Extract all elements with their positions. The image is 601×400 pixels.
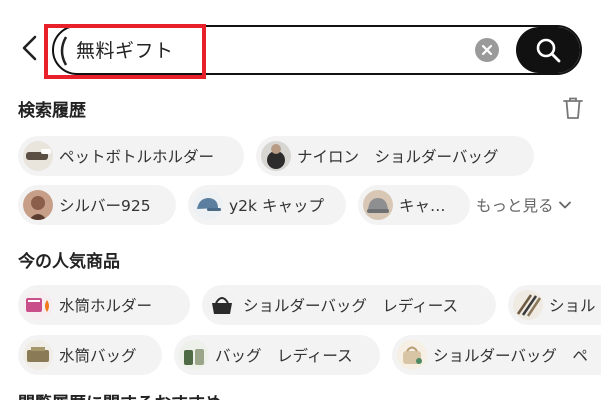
- close-icon: [481, 44, 493, 56]
- popular-chip-label: 水筒バッグ: [59, 347, 137, 365]
- product-thumbnail: [207, 290, 237, 320]
- product-thumbnail: [23, 141, 53, 171]
- product-thumbnail: [513, 290, 543, 320]
- clear-history-button[interactable]: [561, 95, 585, 121]
- history-chip[interactable]: y2k キャップ: [188, 185, 346, 225]
- history-chip-label: シルバー925: [59, 197, 151, 215]
- history-chip[interactable]: シルバー925: [18, 185, 176, 225]
- trash-icon: [563, 97, 583, 119]
- search-icon: [536, 38, 561, 63]
- search-header: 無料ギフト: [0, 0, 601, 100]
- popular-chip-label: ショルダーバッグ レディース: [243, 297, 458, 315]
- history-section-title: 検索履歴: [18, 101, 86, 121]
- popular-chip[interactable]: 水筒バッグ: [18, 335, 162, 375]
- popular-chip-label: ショルダーバッグ ペ: [433, 347, 588, 365]
- popular-chip-label: 水筒ホルダー: [59, 297, 153, 315]
- history-chip[interactable]: キャ…: [358, 185, 470, 225]
- product-thumbnail: [193, 190, 223, 220]
- product-thumbnail: [397, 340, 427, 370]
- popular-chip-label: バッグ レディース: [215, 347, 353, 365]
- popular-section-title: 今の人気商品: [18, 252, 120, 272]
- product-thumbnail: [179, 340, 209, 370]
- annotation-highlight-box: [44, 24, 206, 79]
- recommendations-section-title: 閲覧履歴に関するおすすめ: [18, 389, 222, 400]
- product-thumbnail: [363, 190, 393, 220]
- popular-chip[interactable]: ショルダーバッグ レディース: [202, 285, 496, 325]
- popular-chip[interactable]: 水筒ホルダー: [18, 285, 190, 325]
- chevron-left-icon: [22, 35, 37, 61]
- history-chip[interactable]: ペットボトルホルダー: [18, 136, 244, 176]
- product-thumbnail: [23, 290, 53, 320]
- history-chip-label: y2k キャップ: [229, 197, 324, 215]
- clear-search-button[interactable]: [475, 38, 499, 62]
- show-more-label: もっと見る: [476, 197, 554, 215]
- history-chip[interactable]: ナイロン ショルダーバッグ: [256, 136, 534, 176]
- back-button[interactable]: [16, 30, 44, 66]
- history-chip-label: キャ…: [399, 197, 446, 215]
- popular-chip[interactable]: バッグ レディース: [174, 335, 380, 375]
- history-chip-label: ペットボトルホルダー: [59, 148, 215, 166]
- chevron-down-icon: [558, 201, 571, 209]
- search-button[interactable]: [516, 27, 580, 73]
- popular-chip[interactable]: ショル: [508, 285, 601, 325]
- popular-chip-label: ショル: [549, 297, 596, 315]
- product-thumbnail: [261, 141, 291, 171]
- history-chip-label: ナイロン ショルダーバッグ: [297, 148, 499, 166]
- product-thumbnail: [23, 190, 53, 220]
- product-thumbnail: [23, 340, 53, 370]
- popular-chip[interactable]: ショルダーバッグ ペ: [392, 335, 601, 375]
- show-more-button[interactable]: もっと見る: [476, 194, 572, 216]
